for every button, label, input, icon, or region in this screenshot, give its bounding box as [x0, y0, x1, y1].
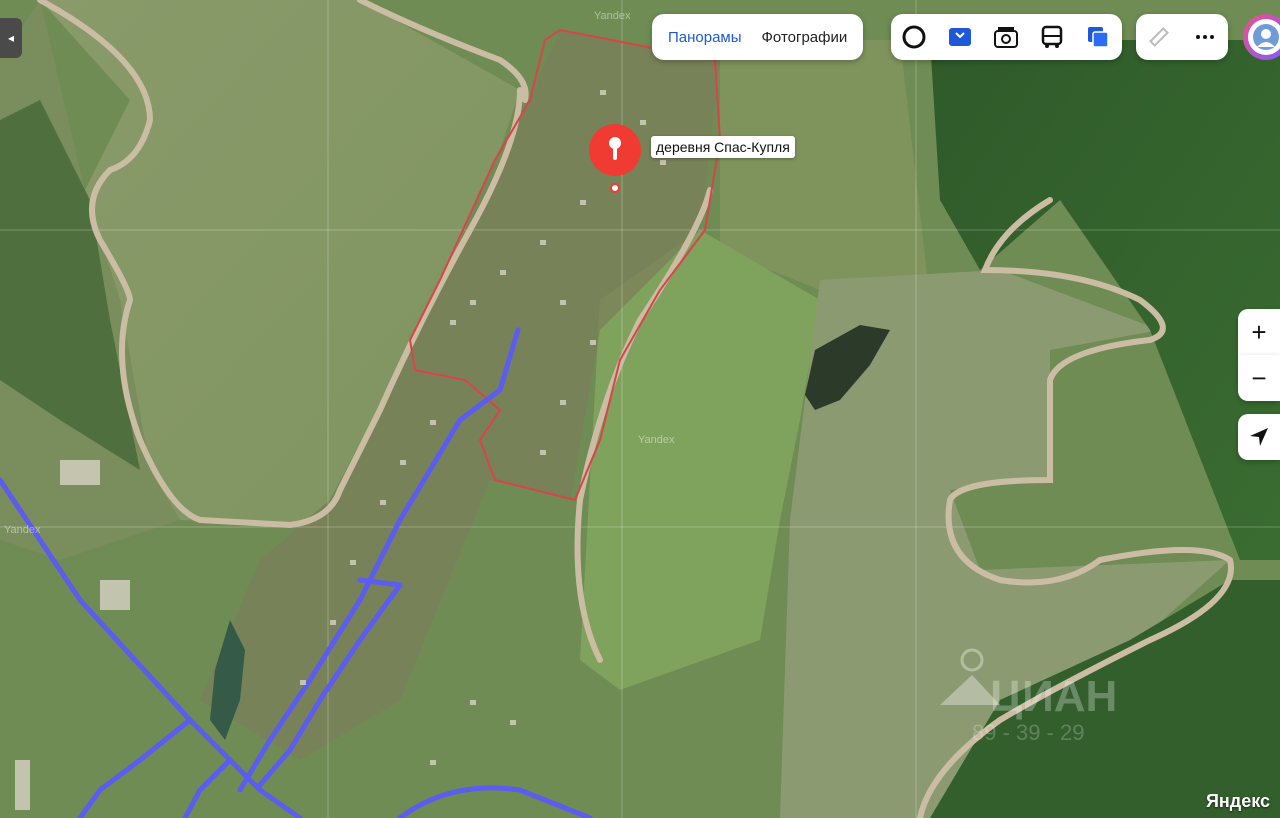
user-icon: [1248, 19, 1280, 55]
tab-panoramas[interactable]: Панорамы: [658, 29, 752, 46]
place-label[interactable]: деревня Спас-Купля: [651, 136, 795, 158]
layers-icon[interactable]: [1075, 14, 1121, 60]
navigation-arrow-icon: [1250, 428, 1268, 446]
cian-watermark-id: 89 - 39 - 29: [972, 720, 1085, 745]
attribution-top: Yandex: [594, 10, 631, 22]
map-book-icon[interactable]: [937, 14, 983, 60]
ruler-icon[interactable]: [1136, 14, 1182, 60]
map-tools: [891, 14, 1122, 60]
zoom-out-button[interactable]: −: [1238, 355, 1280, 401]
circle-icon[interactable]: [891, 14, 937, 60]
cian-watermark: ЦИАН: [990, 672, 1118, 721]
brand-logo: Яндекс: [1205, 791, 1270, 811]
attribution-mid: Yandex: [638, 434, 675, 446]
locate-button[interactable]: [1238, 414, 1280, 460]
zoom-in-button[interactable]: +: [1238, 309, 1280, 355]
more-icon[interactable]: [1182, 14, 1228, 60]
attribution-left: Yandex: [4, 524, 41, 536]
zoom-in-label: +: [1251, 316, 1267, 347]
tab-photos[interactable]: Фотографии: [752, 29, 858, 46]
layer-tabs: Панорамы Фотографии: [652, 14, 864, 60]
collapse-sidebar-button[interactable]: ◂: [0, 18, 22, 58]
camera-icon[interactable]: [983, 14, 1029, 60]
bus-icon[interactable]: [1029, 14, 1075, 60]
zoom-out-label: −: [1251, 362, 1267, 393]
extra-tools: [1136, 14, 1228, 60]
